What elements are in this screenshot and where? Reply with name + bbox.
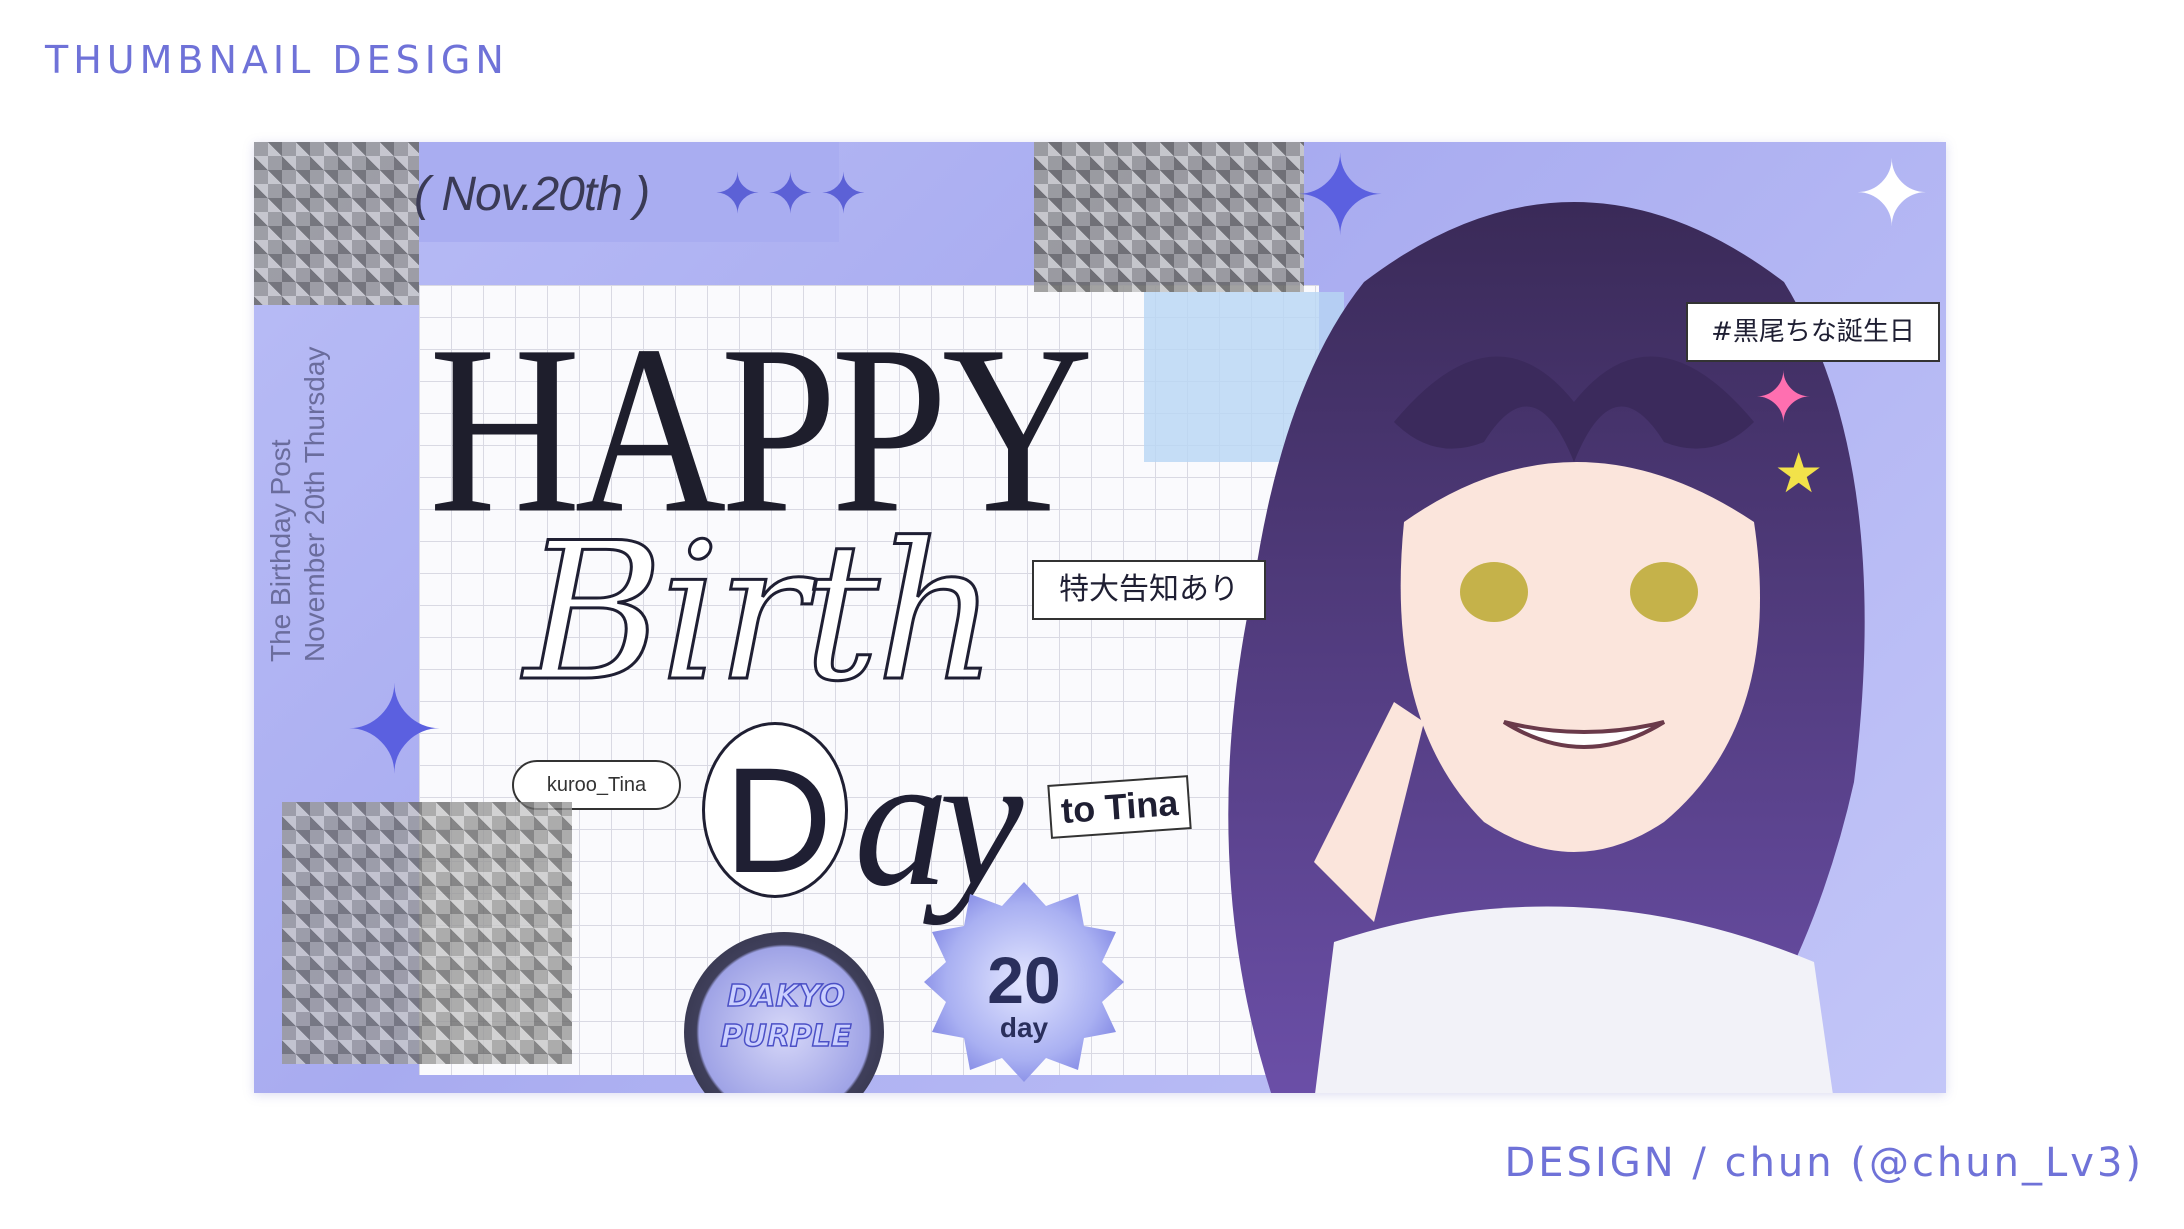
pixelated-photo — [282, 802, 572, 1064]
sticker-text: DAKYO PURPLE — [716, 977, 856, 1057]
countdown-unit: day — [999, 1012, 1049, 1043]
announcement-label: 特大告知あり — [1032, 560, 1266, 620]
countdown-number: 20 — [987, 943, 1061, 1017]
sparkle-icon: ✦✦✦ — [714, 162, 873, 227]
sticker-line1: DAKYO — [726, 978, 845, 1015]
title-day-d: D — [724, 736, 833, 904]
title-day-rest: ay — [854, 716, 1023, 926]
page-title: THUMBNAIL DESIGN — [45, 38, 509, 82]
sticker-line2: PURPLE — [720, 1018, 853, 1055]
left-eye — [1460, 562, 1528, 622]
pixelated-photo — [254, 142, 419, 305]
to-tina-label: to Tina — [1047, 775, 1193, 839]
vertical-caption: The Birthday Post November 20th Thursday — [264, 347, 332, 662]
title-birth: Birth — [523, 501, 1000, 725]
date-label: ( Nov.20th ) — [414, 168, 650, 221]
star-clip-icon: ★ — [1774, 441, 1823, 505]
sparkle-icon: ✦ — [344, 662, 445, 801]
design-credit: DESIGN / chun (@chun_Lv3) — [1504, 1140, 2144, 1186]
hashtag-label: #黒尾ちな誕生日 — [1686, 302, 1940, 362]
right-eye — [1630, 562, 1698, 622]
thumbnail-artwork: ( Nov.20th ) ✦✦✦ ✦ ✦ ✦ The Birthday Post… — [254, 142, 1946, 1093]
vertical-caption-line2: November 20th Thursday — [299, 346, 330, 662]
star-clip-icon: ✦ — [1754, 357, 1813, 439]
vertical-caption-line1: The Birthday Post — [265, 439, 296, 662]
